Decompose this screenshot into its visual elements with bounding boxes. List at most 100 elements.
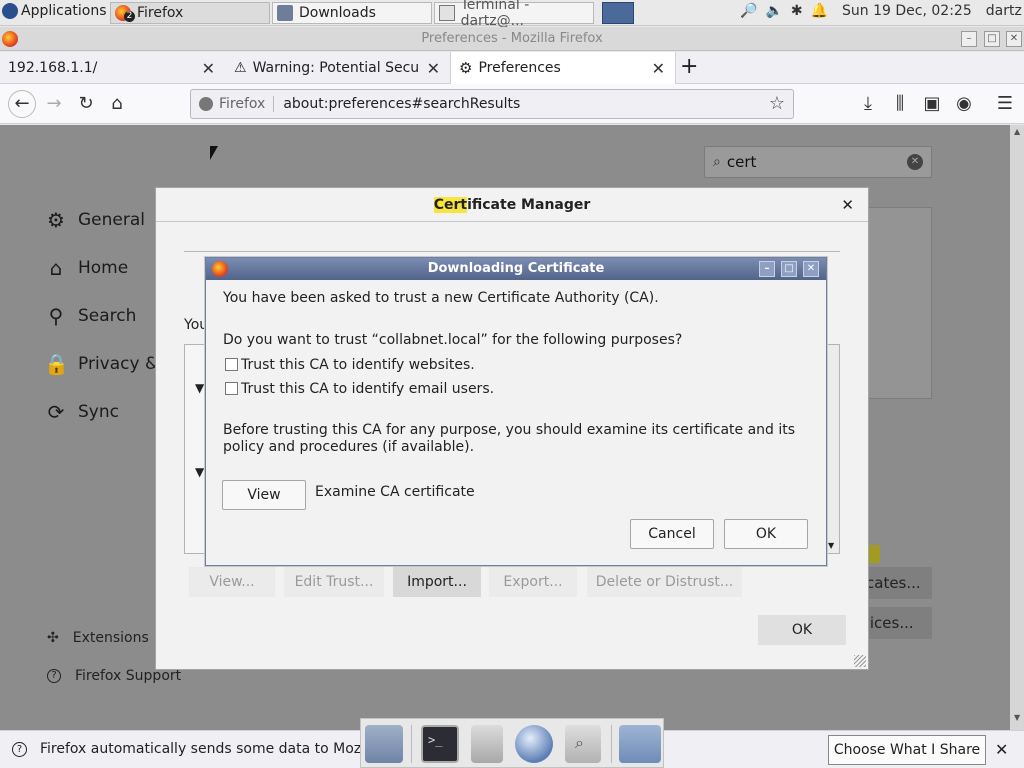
trust-websites-label[interactable]: Trust this CA to identify websites. [241, 357, 475, 373]
trust-email-label[interactable]: Trust this CA to identify email users. [241, 381, 494, 397]
ok-button[interactable]: OK [724, 519, 808, 549]
close-tab-icon[interactable]: ✕ [427, 59, 440, 78]
taskbar-downloads[interactable]: Downloads [272, 2, 432, 24]
search-value: cert [726, 153, 757, 171]
button-label: OK [791, 622, 813, 638]
clock[interactable]: Sun 19 Dec, 02:25 [842, 3, 972, 19]
search-icon: ⚲ [48, 304, 64, 328]
dock-separator [411, 725, 412, 763]
resize-grip[interactable] [854, 655, 866, 667]
sidebar-item-search[interactable]: ⚲ Search [44, 304, 137, 328]
sidebar-item-label: Extensions [72, 630, 149, 646]
new-tab-icon[interactable]: + [680, 56, 698, 78]
lock-icon: 🔒 [44, 352, 69, 376]
button-label: cates... [866, 574, 921, 592]
tab-label: Warning: Potential Secu [252, 60, 420, 76]
identity-label[interactable]: Firefox [219, 96, 275, 112]
file-cabinet-icon[interactable] [471, 725, 503, 763]
expand-chevron-icon[interactable]: ▼ [195, 381, 204, 395]
search-icon: ⌕ [713, 154, 721, 170]
close-tab-icon[interactable]: ✕ [202, 59, 215, 78]
notification-bell-icon[interactable]: 🔔 [811, 3, 828, 19]
sidebar-item-support[interactable]: ? Firefox Support [47, 668, 181, 684]
button-label: Import... [407, 574, 467, 590]
preferences-search-input[interactable]: ⌕ cert ✕ [704, 146, 932, 178]
menu-icon[interactable]: ☰ [993, 92, 1017, 116]
edit-trust-button[interactable]: Edit Trust... [284, 567, 384, 597]
close-button[interactable]: ✕ [1006, 31, 1022, 47]
firefox-icon: 2 [115, 5, 135, 22]
clear-search-icon[interactable]: ✕ [907, 154, 923, 170]
web-browser-icon[interactable] [515, 725, 553, 763]
maximize-button[interactable]: □ [984, 31, 1000, 47]
home-folder-icon[interactable] [365, 725, 403, 763]
taskbar-label: Terminal - dartz@... [460, 0, 530, 29]
sidebar-item-label: Sync [78, 402, 119, 422]
choose-what-i-share-button[interactable]: Choose What I Share [828, 735, 986, 765]
sidebar-item-general[interactable]: ⚙ General [44, 208, 145, 232]
close-icon[interactable]: ✕ [995, 740, 1008, 759]
terminal-icon[interactable]: >_ [421, 725, 459, 763]
sidebar-icon[interactable]: ▣ [920, 92, 944, 116]
taskbar-firefox[interactable]: 2 Firefox [110, 2, 270, 24]
delete-or-distrust-button[interactable]: Delete or Distrust... [587, 567, 742, 597]
close-tab-icon[interactable]: ✕ [652, 59, 665, 78]
url-text[interactable]: about:preferences#searchResults [283, 96, 520, 112]
minimize-button[interactable]: – [759, 261, 775, 277]
sidebar-item-label: Search [78, 306, 137, 326]
puzzle-icon: ✣ [47, 630, 59, 646]
network-icon[interactable]: ✱ [791, 3, 803, 19]
ok-button[interactable]: OK [758, 615, 846, 645]
tab-router[interactable]: 192.168.1.1/ ✕ [0, 52, 225, 84]
minimize-button[interactable]: – [961, 31, 977, 47]
scroll-up-icon[interactable]: ▲ [1014, 127, 1020, 136]
search-icon[interactable]: 🔎 [740, 3, 757, 19]
page-scrollbar[interactable]: ▲ ▼ [1010, 125, 1024, 730]
scroll-down-icon[interactable]: ▼ [828, 541, 834, 550]
library-icon[interactable]: ⫼ [888, 92, 912, 116]
app-finder-icon[interactable]: ⌕ [565, 725, 601, 763]
maximize-button[interactable]: □ [781, 261, 797, 277]
downloading-certificate-dialog: Downloading Certificate – □ ✕ You have b… [205, 257, 827, 566]
account-icon[interactable]: ◉ [952, 92, 976, 116]
tab-warning[interactable]: ⚠ Warning: Potential Secu ✕ [226, 52, 450, 84]
applications-menu[interactable]: Applications ⋮ [2, 3, 124, 19]
bookmark-star-icon[interactable]: ☆ [769, 93, 785, 114]
scroll-down-icon[interactable]: ▼ [1014, 713, 1020, 722]
applications-label: Applications [21, 3, 107, 19]
sidebar-item-extensions[interactable]: ✣ Extensions [47, 630, 149, 646]
button-label: View [247, 487, 281, 503]
trust-email-checkbox[interactable] [225, 382, 238, 395]
user-name[interactable]: dartz [986, 3, 1022, 19]
folder-icon[interactable] [619, 725, 661, 763]
tab-preferences[interactable]: ⚙ Preferences ✕ [450, 52, 676, 84]
sidebar-item-privacy[interactable]: 🔒 Privacy & [44, 352, 158, 376]
import-button[interactable]: Import... [393, 567, 481, 597]
export-button[interactable]: Export... [489, 567, 577, 597]
button-label: Choose What I Share [833, 742, 981, 758]
home-icon[interactable]: ⌂ [105, 92, 129, 116]
mouse-cursor-icon [210, 146, 218, 160]
expand-chevron-icon[interactable]: ▼ [195, 465, 204, 479]
trust-websites-checkbox[interactable] [225, 358, 238, 371]
url-bar[interactable]: Firefox about:preferences#searchResults … [190, 89, 794, 119]
back-arrow-icon[interactable]: ← [8, 90, 36, 118]
view-button[interactable]: View... [189, 567, 275, 597]
sidebar-item-home[interactable]: ⌂ Home [44, 256, 129, 280]
view-certificate-button[interactable]: View [222, 480, 306, 510]
sidebar-item-label: Home [78, 258, 129, 278]
taskbar-terminal[interactable]: Terminal - dartz@... [434, 0, 594, 29]
cancel-button[interactable]: Cancel [630, 519, 714, 549]
results-card [868, 207, 932, 399]
info-icon: ? [12, 742, 27, 757]
close-button[interactable]: ✕ [803, 261, 819, 277]
title-highlight: Cert [433, 197, 468, 213]
sidebar-item-sync[interactable]: ⟳ Sync [44, 400, 119, 424]
tree-scrollbar[interactable]: ▼ [825, 345, 839, 553]
forward-arrow-icon[interactable]: → [42, 92, 66, 116]
volume-icon[interactable]: 🔈 [765, 3, 782, 19]
close-icon[interactable]: ✕ [841, 188, 854, 222]
downloads-icon[interactable]: ⤓ [856, 92, 880, 116]
workspace-switcher[interactable] [602, 2, 634, 24]
reload-icon[interactable]: ↻ [74, 92, 98, 116]
